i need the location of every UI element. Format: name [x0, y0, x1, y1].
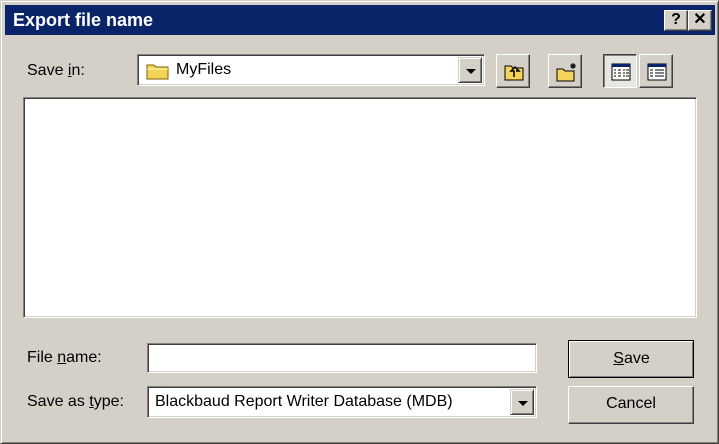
cancel-button[interactable]: Cancel [568, 386, 694, 424]
save-in-dropdown-arrow[interactable] [458, 57, 482, 83]
file-name-label-text-end: ame: [66, 349, 102, 366]
save-in-label: Save in: [27, 61, 85, 81]
save-button-label: ave [623, 350, 650, 367]
save-in-label-text-end: n: [71, 62, 85, 79]
details-view-button[interactable] [639, 54, 673, 88]
save-as-type-label-text: Save as [27, 393, 90, 410]
save-as-type-dropdown-arrow[interactable] [510, 389, 534, 415]
title-bar[interactable]: Export file name ? ✕ [5, 5, 715, 35]
save-in-value: MyFiles [176, 61, 232, 78]
export-file-dialog: Export file name ? ✕ Save in: MyFiles Fi… [0, 0, 719, 444]
new-folder-icon [556, 63, 576, 82]
save-as-type-value: Blackbaud Report Writer Database (MDB) [155, 393, 453, 410]
folder-up-icon [504, 65, 524, 81]
save-button[interactable]: Save [568, 340, 694, 378]
file-name-label-text: File [27, 349, 58, 366]
close-button[interactable]: ✕ [688, 10, 712, 31]
save-in-label-text: Save [27, 62, 68, 79]
list-view-icon [611, 63, 631, 81]
up-one-level-button[interactable] [496, 54, 530, 88]
file-name-input[interactable] [147, 343, 537, 373]
new-folder-button[interactable] [548, 54, 582, 88]
window-title: Export file name [13, 10, 154, 30]
list-view-button[interactable] [603, 54, 637, 88]
details-view-icon [647, 63, 667, 81]
save-in-dropdown[interactable]: MyFiles [137, 54, 485, 86]
file-name-label: File name: [27, 348, 102, 368]
file-name-label-accel: n [57, 349, 67, 366]
save-button-accel: S [613, 350, 624, 367]
help-button[interactable]: ? [664, 10, 688, 31]
save-as-type-dropdown[interactable]: Blackbaud Report Writer Database (MDB) [147, 386, 537, 418]
save-as-type-label: Save as type: [27, 392, 124, 412]
folder-icon [146, 64, 169, 80]
save-as-type-label-text-end: ype: [93, 393, 124, 410]
file-list[interactable] [23, 97, 697, 318]
